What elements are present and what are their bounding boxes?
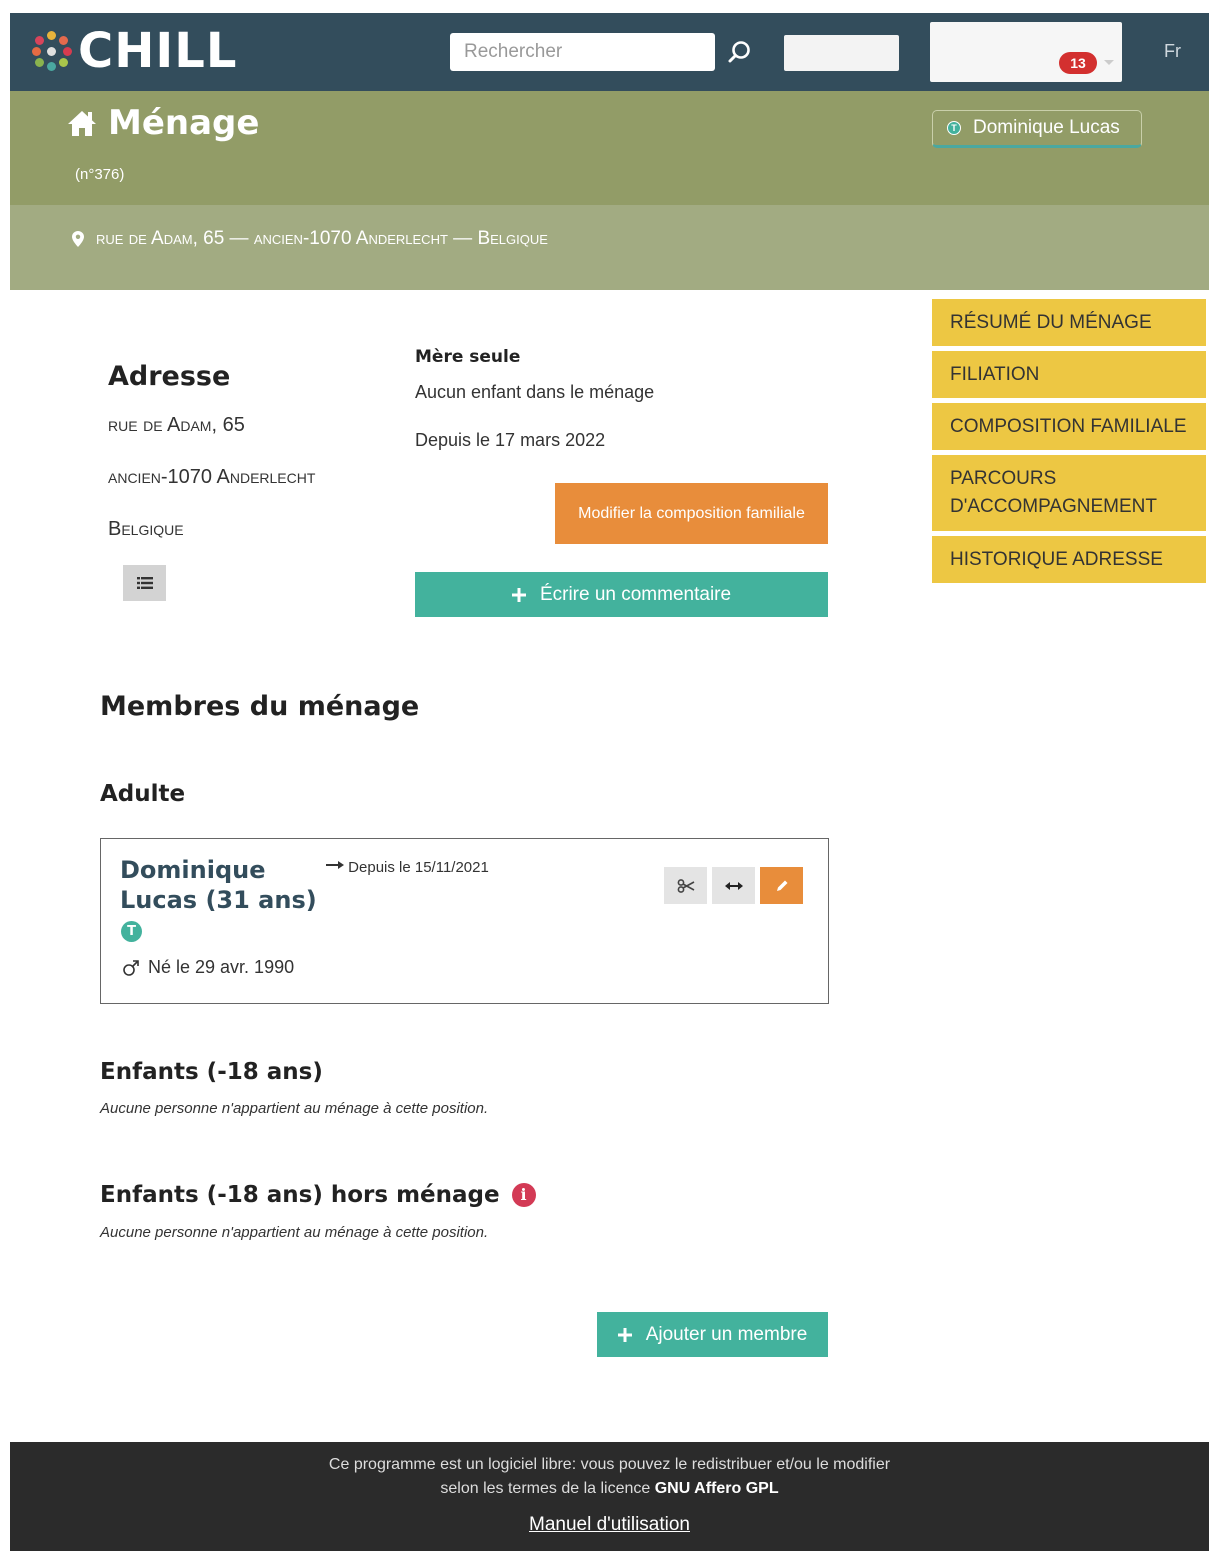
language-switch[interactable]: Fr — [1164, 41, 1181, 62]
footer-license-name[interactable]: GNU Affero GPL — [655, 1480, 779, 1497]
children-out-empty-note: Aucune personne n'appartient au ménage à… — [100, 1224, 489, 1241]
address-history-button[interactable] — [123, 565, 166, 601]
menu-item-parcours[interactable]: Parcours d'accompagnement — [932, 455, 1206, 531]
footer-license-line1: Ce programme est un logiciel libre: vous… — [328, 1456, 891, 1473]
composition-children: Aucun enfant dans le ménage — [415, 382, 655, 402]
children-heading: Enfants (-18 ans) — [100, 1059, 323, 1085]
address-heading: Adresse — [108, 361, 231, 392]
plus-icon — [617, 1327, 632, 1342]
brand-logo[interactable]: CHILL — [32, 23, 237, 79]
menu-item-resume[interactable]: Résumé du ménage — [932, 299, 1206, 346]
modify-composition-button[interactable]: Modifier la composition familiale — [555, 483, 828, 544]
page-title: Ménage — [66, 103, 259, 143]
address-country: Belgique — [108, 518, 184, 540]
plus-icon — [511, 587, 526, 602]
menu-item-filiation[interactable]: Filiation — [932, 351, 1206, 398]
map-marker-icon — [72, 231, 84, 247]
adult-heading: Adulte — [100, 781, 186, 807]
person-chip-name: Dominique Lucas — [973, 117, 1120, 138]
member-birth-text: Né le 29 avr. 1990 — [148, 957, 295, 977]
search-input[interactable] — [450, 33, 715, 71]
composition-type: Mère seule — [415, 347, 521, 367]
member-since: Depuis le 15/11/2021 — [326, 859, 489, 876]
menu-item-composition[interactable]: Composition familiale — [932, 403, 1206, 450]
address-street: rue de Adam, 65 — [108, 414, 245, 436]
user-menu-dropdown[interactable]: Dominique 13 — [930, 22, 1122, 82]
household-number: (n°376) — [75, 166, 125, 183]
search-button[interactable] — [724, 37, 756, 69]
list-icon — [136, 577, 153, 589]
caret-down-icon — [1104, 60, 1114, 65]
address-city: ancien-1070 Anderlecht — [108, 466, 316, 488]
search-icon — [728, 40, 750, 62]
pencil-icon — [776, 880, 787, 891]
t-badge: T — [121, 921, 142, 942]
home-icon — [68, 111, 96, 136]
section-dropdown[interactable]: Section — [784, 35, 899, 71]
arrow-right-icon — [326, 861, 344, 869]
user-name: Dominique — [938, 52, 1042, 74]
side-menu: Résumé du ménage Filiation Composition f… — [932, 299, 1206, 588]
arrows-horizontal-icon — [724, 881, 743, 890]
page-title-text: Ménage — [108, 103, 260, 143]
section-dropdown-label: Section — [818, 45, 865, 61]
leave-household-button[interactable] — [664, 867, 707, 904]
notification-badge: 13 — [1059, 52, 1097, 74]
menu-item-historique-adresse[interactable]: Historique adresse — [932, 536, 1206, 583]
footer-license-text: selon les termes de la licence — [440, 1480, 651, 1497]
member-name-link[interactable]: Dominique Lucas (31 ans) — [120, 855, 320, 915]
add-member-label: Ajouter un membre — [645, 1323, 808, 1345]
member-birth: Né le 29 avr. 1990 — [122, 957, 294, 978]
info-icon[interactable]: i — [511, 1183, 536, 1207]
household-banner: Ménage (n°376) T Dominique Lucas — [10, 91, 1209, 205]
address-bar: rue de Adam, 65 — ancien-1070 Anderlecht… — [10, 205, 1209, 290]
children-out-heading-text: Enfants (-18 ans) hors ménage — [100, 1182, 500, 1208]
write-comment-button[interactable]: Écrire un commentaire — [415, 572, 828, 617]
chill-logo-icon — [32, 31, 72, 71]
male-icon — [123, 959, 139, 976]
children-empty-note: Aucune personne n'appartient au ménage à… — [100, 1100, 489, 1117]
scissors-icon — [677, 878, 694, 893]
add-member-button[interactable]: Ajouter un membre — [597, 1312, 828, 1357]
children-out-heading: Enfants (-18 ans) hors ménage i — [100, 1182, 536, 1208]
footer: Ce programme est un logiciel libre: vous… — [10, 1442, 1209, 1551]
member-since-text: Depuis le 15/11/2021 — [348, 859, 489, 876]
members-heading: Membres du ménage — [100, 691, 420, 722]
move-member-button[interactable] — [712, 867, 755, 904]
composition-since: Depuis le 17 mars 2022 — [415, 430, 606, 450]
footer-license-line2: selon les termes de la licence GNU Affer… — [10, 1480, 1209, 1498]
t-badge: T — [947, 121, 961, 135]
write-comment-label: Écrire un commentaire — [539, 583, 732, 605]
member-card: Dominique Lucas (31 ans) T Né le 29 avr.… — [100, 838, 829, 1004]
app-frame: CHILL Section Dominique 13 Fr Ménage — [10, 13, 1209, 1551]
brand-name: CHILL — [78, 23, 238, 79]
banner-address-text: rue de Adam, 65 — ancien-1070 Anderlecht… — [96, 228, 548, 249]
top-navbar: CHILL Section Dominique 13 Fr — [10, 13, 1209, 91]
edit-member-button[interactable] — [760, 867, 803, 904]
user-manual-link[interactable]: Manuel d'utilisation — [10, 1514, 1209, 1536]
banner-address: rue de Adam, 65 — ancien-1070 Anderlecht… — [72, 228, 548, 250]
person-chip[interactable]: T Dominique Lucas — [932, 110, 1142, 148]
